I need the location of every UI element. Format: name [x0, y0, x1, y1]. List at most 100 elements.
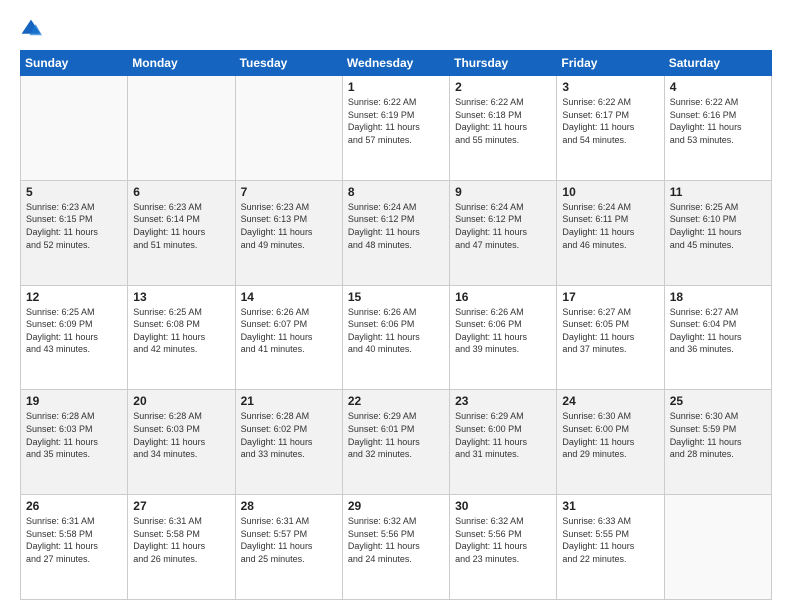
- calendar-cell: 10 Sunrise: 6:24 AM Sunset: 6:11 PM Dayli…: [557, 180, 664, 285]
- calendar-cell: 4 Sunrise: 6:22 AM Sunset: 6:16 PM Daylig…: [664, 76, 771, 181]
- calendar-cell: 11 Sunrise: 6:25 AM Sunset: 6:10 PM Dayli…: [664, 180, 771, 285]
- day-info: Sunrise: 6:23 AM Sunset: 6:14 PM Dayligh…: [133, 201, 229, 251]
- day-number: 20: [133, 394, 229, 408]
- day-info: Sunrise: 6:31 AM Sunset: 5:57 PM Dayligh…: [241, 515, 337, 565]
- day-info: Sunrise: 6:31 AM Sunset: 5:58 PM Dayligh…: [26, 515, 122, 565]
- day-number: 4: [670, 80, 766, 94]
- day-info: Sunrise: 6:22 AM Sunset: 6:19 PM Dayligh…: [348, 96, 444, 146]
- day-info: Sunrise: 6:26 AM Sunset: 6:07 PM Dayligh…: [241, 306, 337, 356]
- logo-icon: [20, 18, 42, 40]
- week-row-1: 1 Sunrise: 6:22 AM Sunset: 6:19 PM Daylig…: [21, 76, 772, 181]
- day-info: Sunrise: 6:22 AM Sunset: 6:16 PM Dayligh…: [670, 96, 766, 146]
- calendar-cell: 14 Sunrise: 6:26 AM Sunset: 6:07 PM Dayli…: [235, 285, 342, 390]
- calendar-cell: 20 Sunrise: 6:28 AM Sunset: 6:03 PM Dayli…: [128, 390, 235, 495]
- week-row-4: 19 Sunrise: 6:28 AM Sunset: 6:03 PM Dayli…: [21, 390, 772, 495]
- day-info: Sunrise: 6:30 AM Sunset: 6:00 PM Dayligh…: [562, 410, 658, 460]
- calendar-cell: 17 Sunrise: 6:27 AM Sunset: 6:05 PM Dayli…: [557, 285, 664, 390]
- day-info: Sunrise: 6:22 AM Sunset: 6:18 PM Dayligh…: [455, 96, 551, 146]
- calendar-cell: 18 Sunrise: 6:27 AM Sunset: 6:04 PM Dayli…: [664, 285, 771, 390]
- day-number: 18: [670, 290, 766, 304]
- day-info: Sunrise: 6:24 AM Sunset: 6:12 PM Dayligh…: [348, 201, 444, 251]
- calendar-cell: [235, 76, 342, 181]
- calendar-cell: 23Sunrise: 6:29 AM Sunset: 6:00 PM Dayli…: [450, 390, 557, 495]
- day-number: 3: [562, 80, 658, 94]
- calendar-cell: [128, 76, 235, 181]
- calendar-cell: 2 Sunrise: 6:22 AM Sunset: 6:18 PM Daylig…: [450, 76, 557, 181]
- day-number: 21: [241, 394, 337, 408]
- day-info: Sunrise: 6:29 AM Sunset: 6:01 PM Dayligh…: [348, 410, 444, 460]
- day-info: Sunrise: 6:23 AM Sunset: 6:13 PM Dayligh…: [241, 201, 337, 251]
- col-header-wednesday: Wednesday: [342, 51, 449, 76]
- day-number: 30: [455, 499, 551, 513]
- calendar-cell: 13 Sunrise: 6:25 AM Sunset: 6:08 PM Dayli…: [128, 285, 235, 390]
- day-info: Sunrise: 6:29 AM Sunset: 6:00 PM Dayligh…: [455, 410, 551, 460]
- day-info: Sunrise: 6:28 AM Sunset: 6:03 PM Dayligh…: [133, 410, 229, 460]
- day-number: 29: [348, 499, 444, 513]
- calendar-header-row: SundayMondayTuesdayWednesdayThursdayFrid…: [21, 51, 772, 76]
- day-info: Sunrise: 6:22 AM Sunset: 6:17 PM Dayligh…: [562, 96, 658, 146]
- day-number: 9: [455, 185, 551, 199]
- calendar-cell: 26Sunrise: 6:31 AM Sunset: 5:58 PM Dayli…: [21, 495, 128, 600]
- header: [20, 18, 772, 40]
- day-number: 15: [348, 290, 444, 304]
- calendar: SundayMondayTuesdayWednesdayThursdayFrid…: [20, 50, 772, 600]
- calendar-cell: 25Sunrise: 6:30 AM Sunset: 5:59 PM Dayli…: [664, 390, 771, 495]
- day-info: Sunrise: 6:26 AM Sunset: 6:06 PM Dayligh…: [348, 306, 444, 356]
- day-info: Sunrise: 6:27 AM Sunset: 6:05 PM Dayligh…: [562, 306, 658, 356]
- calendar-cell: [21, 76, 128, 181]
- day-number: 2: [455, 80, 551, 94]
- week-row-5: 26Sunrise: 6:31 AM Sunset: 5:58 PM Dayli…: [21, 495, 772, 600]
- col-header-saturday: Saturday: [664, 51, 771, 76]
- calendar-cell: 28Sunrise: 6:31 AM Sunset: 5:57 PM Dayli…: [235, 495, 342, 600]
- calendar-cell: 7Sunrise: 6:23 AM Sunset: 6:13 PM Daylig…: [235, 180, 342, 285]
- day-info: Sunrise: 6:24 AM Sunset: 6:12 PM Dayligh…: [455, 201, 551, 251]
- day-info: Sunrise: 6:28 AM Sunset: 6:03 PM Dayligh…: [26, 410, 122, 460]
- calendar-cell: [664, 495, 771, 600]
- day-number: 14: [241, 290, 337, 304]
- day-info: Sunrise: 6:24 AM Sunset: 6:11 PM Dayligh…: [562, 201, 658, 251]
- calendar-cell: 12 Sunrise: 6:25 AM Sunset: 6:09 PM Dayli…: [21, 285, 128, 390]
- calendar-cell: 9 Sunrise: 6:24 AM Sunset: 6:12 PM Daylig…: [450, 180, 557, 285]
- day-number: 16: [455, 290, 551, 304]
- calendar-cell: 29 Sunrise: 6:32 AM Sunset: 5:56 PM Dayli…: [342, 495, 449, 600]
- calendar-cell: 24 Sunrise: 6:30 AM Sunset: 6:00 PM Dayli…: [557, 390, 664, 495]
- col-header-thursday: Thursday: [450, 51, 557, 76]
- day-info: Sunrise: 6:33 AM Sunset: 5:55 PM Dayligh…: [562, 515, 658, 565]
- day-info: Sunrise: 6:27 AM Sunset: 6:04 PM Dayligh…: [670, 306, 766, 356]
- day-number: 17: [562, 290, 658, 304]
- day-number: 11: [670, 185, 766, 199]
- day-info: Sunrise: 6:25 AM Sunset: 6:08 PM Dayligh…: [133, 306, 229, 356]
- day-number: 10: [562, 185, 658, 199]
- day-number: 31: [562, 499, 658, 513]
- week-row-3: 12 Sunrise: 6:25 AM Sunset: 6:09 PM Dayli…: [21, 285, 772, 390]
- calendar-cell: 8 Sunrise: 6:24 AM Sunset: 6:12 PM Daylig…: [342, 180, 449, 285]
- page: SundayMondayTuesdayWednesdayThursdayFrid…: [0, 0, 792, 612]
- calendar-cell: 30 Sunrise: 6:32 AM Sunset: 5:56 PM Dayli…: [450, 495, 557, 600]
- col-header-sunday: Sunday: [21, 51, 128, 76]
- calendar-cell: 6 Sunrise: 6:23 AM Sunset: 6:14 PM Daylig…: [128, 180, 235, 285]
- day-info: Sunrise: 6:32 AM Sunset: 5:56 PM Dayligh…: [455, 515, 551, 565]
- calendar-cell: 1 Sunrise: 6:22 AM Sunset: 6:19 PM Daylig…: [342, 76, 449, 181]
- calendar-cell: 22Sunrise: 6:29 AM Sunset: 6:01 PM Dayli…: [342, 390, 449, 495]
- day-number: 8: [348, 185, 444, 199]
- day-number: 1: [348, 80, 444, 94]
- calendar-cell: 15 Sunrise: 6:26 AM Sunset: 6:06 PM Dayli…: [342, 285, 449, 390]
- day-number: 6: [133, 185, 229, 199]
- day-info: Sunrise: 6:25 AM Sunset: 6:09 PM Dayligh…: [26, 306, 122, 356]
- day-info: Sunrise: 6:25 AM Sunset: 6:10 PM Dayligh…: [670, 201, 766, 251]
- day-info: Sunrise: 6:32 AM Sunset: 5:56 PM Dayligh…: [348, 515, 444, 565]
- calendar-cell: 21Sunrise: 6:28 AM Sunset: 6:02 PM Dayli…: [235, 390, 342, 495]
- logo: [20, 18, 44, 40]
- day-number: 24: [562, 394, 658, 408]
- day-info: Sunrise: 6:31 AM Sunset: 5:58 PM Dayligh…: [133, 515, 229, 565]
- calendar-cell: 16Sunrise: 6:26 AM Sunset: 6:06 PM Dayli…: [450, 285, 557, 390]
- day-number: 12: [26, 290, 122, 304]
- day-info: Sunrise: 6:23 AM Sunset: 6:15 PM Dayligh…: [26, 201, 122, 251]
- day-number: 19: [26, 394, 122, 408]
- day-info: Sunrise: 6:30 AM Sunset: 5:59 PM Dayligh…: [670, 410, 766, 460]
- calendar-cell: 5Sunrise: 6:23 AM Sunset: 6:15 PM Daylig…: [21, 180, 128, 285]
- calendar-cell: 27Sunrise: 6:31 AM Sunset: 5:58 PM Dayli…: [128, 495, 235, 600]
- day-number: 13: [133, 290, 229, 304]
- calendar-cell: 31 Sunrise: 6:33 AM Sunset: 5:55 PM Dayli…: [557, 495, 664, 600]
- calendar-cell: 3 Sunrise: 6:22 AM Sunset: 6:17 PM Daylig…: [557, 76, 664, 181]
